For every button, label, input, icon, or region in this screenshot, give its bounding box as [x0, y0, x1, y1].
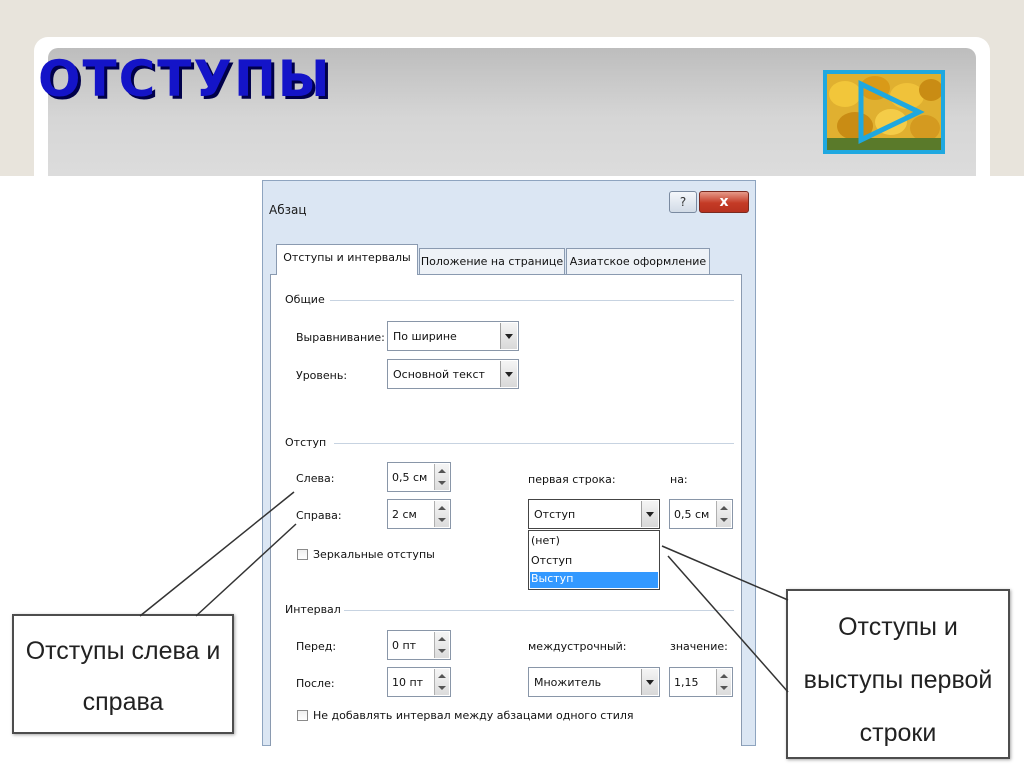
spinner-buttons[interactable] [434, 464, 449, 490]
spacing-value-label: значение: [670, 640, 728, 653]
slide-title: ОТСТУПЫ [38, 50, 332, 108]
arrow-up-icon[interactable] [720, 674, 728, 678]
no-space-same-style-checkbox[interactable] [297, 710, 308, 721]
no-space-same-style-label: Не добавлять интервал между абзацами одн… [313, 709, 634, 722]
first-line-value: Отступ [534, 508, 576, 521]
indent-right-label: Справа: [296, 509, 342, 522]
callout-left-line: Отступы слева и [25, 637, 221, 665]
arrow-up-icon[interactable] [438, 469, 446, 473]
indent-left-value: 0,5 см [392, 471, 428, 484]
chevron-down-icon[interactable] [641, 669, 658, 695]
alignment-select[interactable]: По ширине [387, 321, 519, 351]
chevron-down-icon[interactable] [500, 361, 517, 387]
spacing-before-spinner[interactable]: 0 пт [387, 630, 451, 660]
first-line-label: первая строка: [528, 473, 616, 486]
play-button[interactable] [823, 70, 945, 154]
spinner-buttons[interactable] [434, 501, 449, 527]
close-button[interactable]: x [699, 191, 749, 213]
tab-indents-and-spacing[interactable]: Отступы и интервалы [276, 244, 418, 275]
first-line-option-none[interactable]: (нет) [531, 534, 560, 547]
level-value: Основной текст [393, 368, 485, 381]
indent-separator [334, 443, 734, 444]
arrow-up-icon[interactable] [438, 506, 446, 510]
spacing-separator [344, 610, 734, 611]
alignment-value: По ширине [393, 330, 457, 343]
indent-right-spinner[interactable]: 2 см [387, 499, 451, 529]
callout-right-line: выступы первой [803, 666, 993, 694]
spacing-group-heading: Интервал [285, 603, 341, 616]
callout-left: Отступы слева и справа [12, 614, 234, 734]
arrow-up-icon[interactable] [438, 637, 446, 641]
line-spacing-label: междустрочный: [528, 640, 627, 653]
indent-right-value: 2 см [392, 508, 417, 521]
line-spacing-value: Множитель [534, 676, 602, 689]
first-line-option-hanging[interactable]: Выступ [530, 572, 658, 588]
indent-left-spinner[interactable]: 0,5 см [387, 462, 451, 492]
arrow-down-icon[interactable] [438, 649, 446, 653]
play-triangle-icon [827, 74, 941, 150]
level-label: Уровень: [296, 369, 348, 382]
mirror-indents-label: Зеркальные отступы [313, 548, 435, 561]
mirror-indents-checkbox[interactable] [297, 549, 308, 560]
spacing-after-spinner[interactable]: 10 пт [387, 667, 451, 697]
first-line-dropdown-list: (нет) Отступ Выступ [528, 530, 660, 590]
callout-right-line: Отступы и [838, 613, 958, 641]
help-button[interactable]: ? [669, 191, 697, 213]
level-select[interactable]: Основной текст [387, 359, 519, 389]
arrow-up-icon[interactable] [720, 506, 728, 510]
arrow-down-icon[interactable] [438, 518, 446, 522]
chevron-down-icon[interactable] [641, 501, 658, 527]
general-group-heading: Общие [285, 293, 325, 306]
spacing-value-spinner[interactable]: 1,15 [669, 667, 733, 697]
indent-group-heading: Отступ [285, 436, 327, 449]
spinner-buttons[interactable] [434, 669, 449, 695]
arrow-down-icon[interactable] [438, 686, 446, 690]
arrow-down-icon[interactable] [720, 686, 728, 690]
general-separator [330, 300, 734, 301]
spinner-buttons[interactable] [434, 632, 449, 658]
spinner-buttons[interactable] [716, 501, 731, 527]
alignment-label: Выравнивание: [296, 331, 385, 344]
tab-line-and-page-breaks[interactable]: Положение на странице [419, 248, 565, 274]
arrow-down-icon[interactable] [720, 518, 728, 522]
arrow-down-icon[interactable] [438, 481, 446, 485]
first-line-by-spinner[interactable]: 0,5 см [669, 499, 733, 529]
chevron-down-icon[interactable] [500, 323, 517, 349]
spacing-after-label: После: [296, 677, 335, 690]
arrow-up-icon[interactable] [438, 674, 446, 678]
first-line-option-indent[interactable]: Отступ [531, 554, 572, 567]
callout-right: Отступы и выступы первой строки [786, 589, 1010, 759]
first-line-by-label: на: [670, 473, 688, 486]
dialog-title: Абзац [269, 203, 307, 217]
spacing-value-value: 1,15 [674, 676, 699, 689]
spacing-before-value: 0 пт [392, 639, 417, 652]
spinner-buttons[interactable] [716, 669, 731, 695]
first-line-by-value: 0,5 см [674, 508, 710, 521]
line-spacing-select[interactable]: Множитель [528, 667, 660, 697]
tab-asian-typography[interactable]: Азиатское оформление [566, 248, 710, 274]
indent-left-label: Слева: [296, 472, 335, 485]
spacing-before-label: Перед: [296, 640, 337, 653]
callout-right-line: строки [859, 719, 937, 747]
callout-left-line: справа [82, 688, 164, 716]
spacing-after-value: 10 пт [392, 676, 424, 689]
first-line-select[interactable]: Отступ [528, 499, 660, 529]
